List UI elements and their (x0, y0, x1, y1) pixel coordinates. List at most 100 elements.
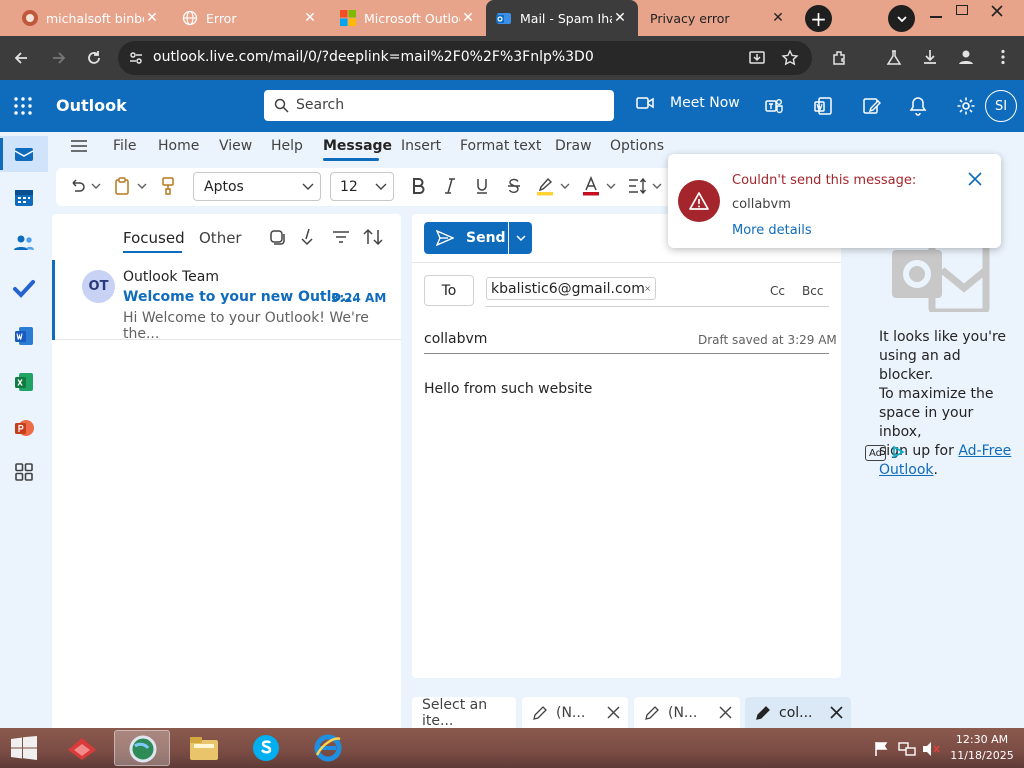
office-doc-icon[interactable] (813, 96, 833, 116)
tab-file[interactable]: File (113, 138, 136, 154)
close-icon[interactable] (968, 172, 982, 186)
more-details-link[interactable]: More details (732, 223, 812, 238)
highlight-icon[interactable] (536, 176, 554, 196)
close-icon[interactable] (719, 706, 732, 719)
format-painter-icon[interactable] (160, 176, 176, 196)
address-bar[interactable]: outlook.live.com/mail/0/?deeplink=mail%2… (118, 41, 812, 75)
volume-muted-icon[interactable] (922, 741, 940, 757)
browser-tab[interactable]: Privacy error ✕ (640, 0, 796, 36)
browser-tab[interactable]: Microsoft Outlook ✕ (330, 0, 486, 36)
network-icon[interactable] (898, 741, 916, 757)
excel-icon[interactable] (12, 370, 36, 394)
browser-tab[interactable]: Error ✕ (172, 0, 328, 36)
download-icon[interactable] (921, 48, 939, 66)
app-launcher-icon[interactable] (14, 97, 32, 115)
people-icon[interactable] (12, 231, 36, 255)
filter-icon[interactable] (332, 229, 350, 245)
tab-help[interactable]: Help (271, 138, 303, 154)
select-mode-icon[interactable] (268, 228, 286, 246)
action-center-flag-icon[interactable] (874, 741, 890, 757)
chevron-down-icon[interactable] (652, 182, 662, 190)
jump-to-icon[interactable] (300, 227, 316, 247)
tab-other[interactable]: Other (199, 229, 242, 247)
bold-icon[interactable] (410, 177, 426, 195)
window-close-button[interactable] (990, 4, 1004, 18)
taskbar-app-ie[interactable] (300, 730, 356, 766)
close-icon[interactable]: ✕ (770, 10, 786, 26)
adchoices-icon[interactable] (891, 445, 905, 459)
site-info-icon[interactable] (128, 50, 144, 66)
chevron-down-icon[interactable] (91, 182, 101, 190)
calendar-icon[interactable] (12, 186, 36, 210)
cc-button[interactable]: Cc (770, 284, 785, 298)
font-name-dropdown[interactable]: Aptos (193, 172, 321, 201)
italic-icon[interactable] (442, 177, 458, 195)
tab-draw[interactable]: Draw (555, 138, 592, 154)
settings-gear-icon[interactable] (956, 96, 976, 116)
undo-icon[interactable] (68, 177, 86, 195)
taskbar-app-explorer[interactable] (176, 730, 232, 766)
teams-icon[interactable] (764, 96, 784, 116)
font-color-icon[interactable] (582, 176, 600, 196)
paste-clipboard-icon[interactable] (113, 176, 131, 196)
taskbar-app-skype[interactable] (238, 730, 294, 766)
install-app-icon[interactable] (748, 49, 766, 67)
remove-recipient-icon[interactable] (645, 283, 650, 294)
tab-search-button[interactable] (888, 5, 915, 32)
message-body[interactable]: Hello from such website (424, 381, 592, 397)
tab-insert[interactable]: Insert (401, 138, 441, 154)
subject-field[interactable]: collabvm (424, 331, 487, 347)
bcc-button[interactable]: Bcc (802, 284, 823, 298)
ad-free-link-2[interactable]: Outlook (879, 462, 934, 478)
recipient-chip[interactable]: kbalistic6@gmail.com (486, 277, 656, 300)
font-size-dropdown[interactable]: 12 (330, 172, 394, 201)
underline-icon[interactable] (474, 177, 490, 195)
line-spacing-icon[interactable] (628, 177, 648, 195)
draft-tab-active[interactable]: col... (745, 697, 851, 728)
avatar[interactable]: SI (985, 90, 1017, 122)
forward-button[interactable] (50, 49, 68, 67)
close-icon[interactable]: ✕ (612, 10, 628, 26)
to-button[interactable]: To (424, 275, 474, 306)
chevron-down-icon[interactable] (560, 182, 570, 190)
browser-tab[interactable]: michalsoft binbows ✕ (12, 0, 170, 36)
close-icon[interactable]: ✕ (460, 10, 476, 26)
meet-now-button[interactable]: Meet Now (636, 95, 740, 111)
reload-button[interactable] (85, 49, 103, 67)
taskbar-app-browser[interactable] (114, 730, 170, 766)
close-icon[interactable]: ✕ (144, 10, 160, 26)
chevron-down-icon[interactable] (137, 182, 147, 190)
more-menu-icon[interactable] (994, 48, 1012, 66)
strikethrough-icon[interactable] (506, 177, 522, 195)
bookmark-star-icon[interactable] (781, 49, 799, 67)
draft-tab[interactable]: (N... (634, 697, 740, 728)
draft-tab-select-item[interactable]: Select an ite... (412, 697, 516, 729)
minimize-button[interactable] (930, 16, 942, 18)
word-icon[interactable] (12, 324, 36, 348)
bell-icon[interactable] (909, 96, 927, 116)
extensions-icon[interactable] (831, 49, 849, 67)
back-button[interactable] (12, 49, 30, 67)
taskbar-app-1[interactable] (54, 730, 110, 766)
maximize-button[interactable] (956, 5, 968, 15)
clock[interactable]: 12:30 AM 11/18/2025 (950, 732, 1014, 764)
search-box[interactable]: Search (264, 90, 614, 121)
draft-tab[interactable]: (N... (522, 697, 628, 728)
close-icon[interactable]: ✕ (302, 10, 318, 26)
tab-home[interactable]: Home (158, 138, 199, 154)
labs-flask-icon[interactable] (885, 49, 903, 67)
send-button[interactable]: Send (424, 222, 508, 254)
hamburger-menu-icon[interactable] (70, 138, 88, 154)
tab-message[interactable]: Message (323, 138, 392, 154)
close-icon[interactable] (830, 706, 843, 719)
ad-free-link[interactable]: Ad-Free (958, 443, 1011, 459)
profile-icon[interactable] (957, 48, 975, 66)
tab-focused[interactable]: Focused (123, 229, 185, 247)
tab-view[interactable]: View (219, 138, 252, 154)
sort-icon[interactable] (363, 228, 383, 246)
mail-icon[interactable] (12, 142, 36, 166)
send-options-button[interactable] (509, 222, 532, 254)
todo-check-icon[interactable] (12, 276, 36, 300)
start-windows-icon[interactable] (10, 736, 38, 760)
notes-edit-icon[interactable] (862, 96, 882, 116)
